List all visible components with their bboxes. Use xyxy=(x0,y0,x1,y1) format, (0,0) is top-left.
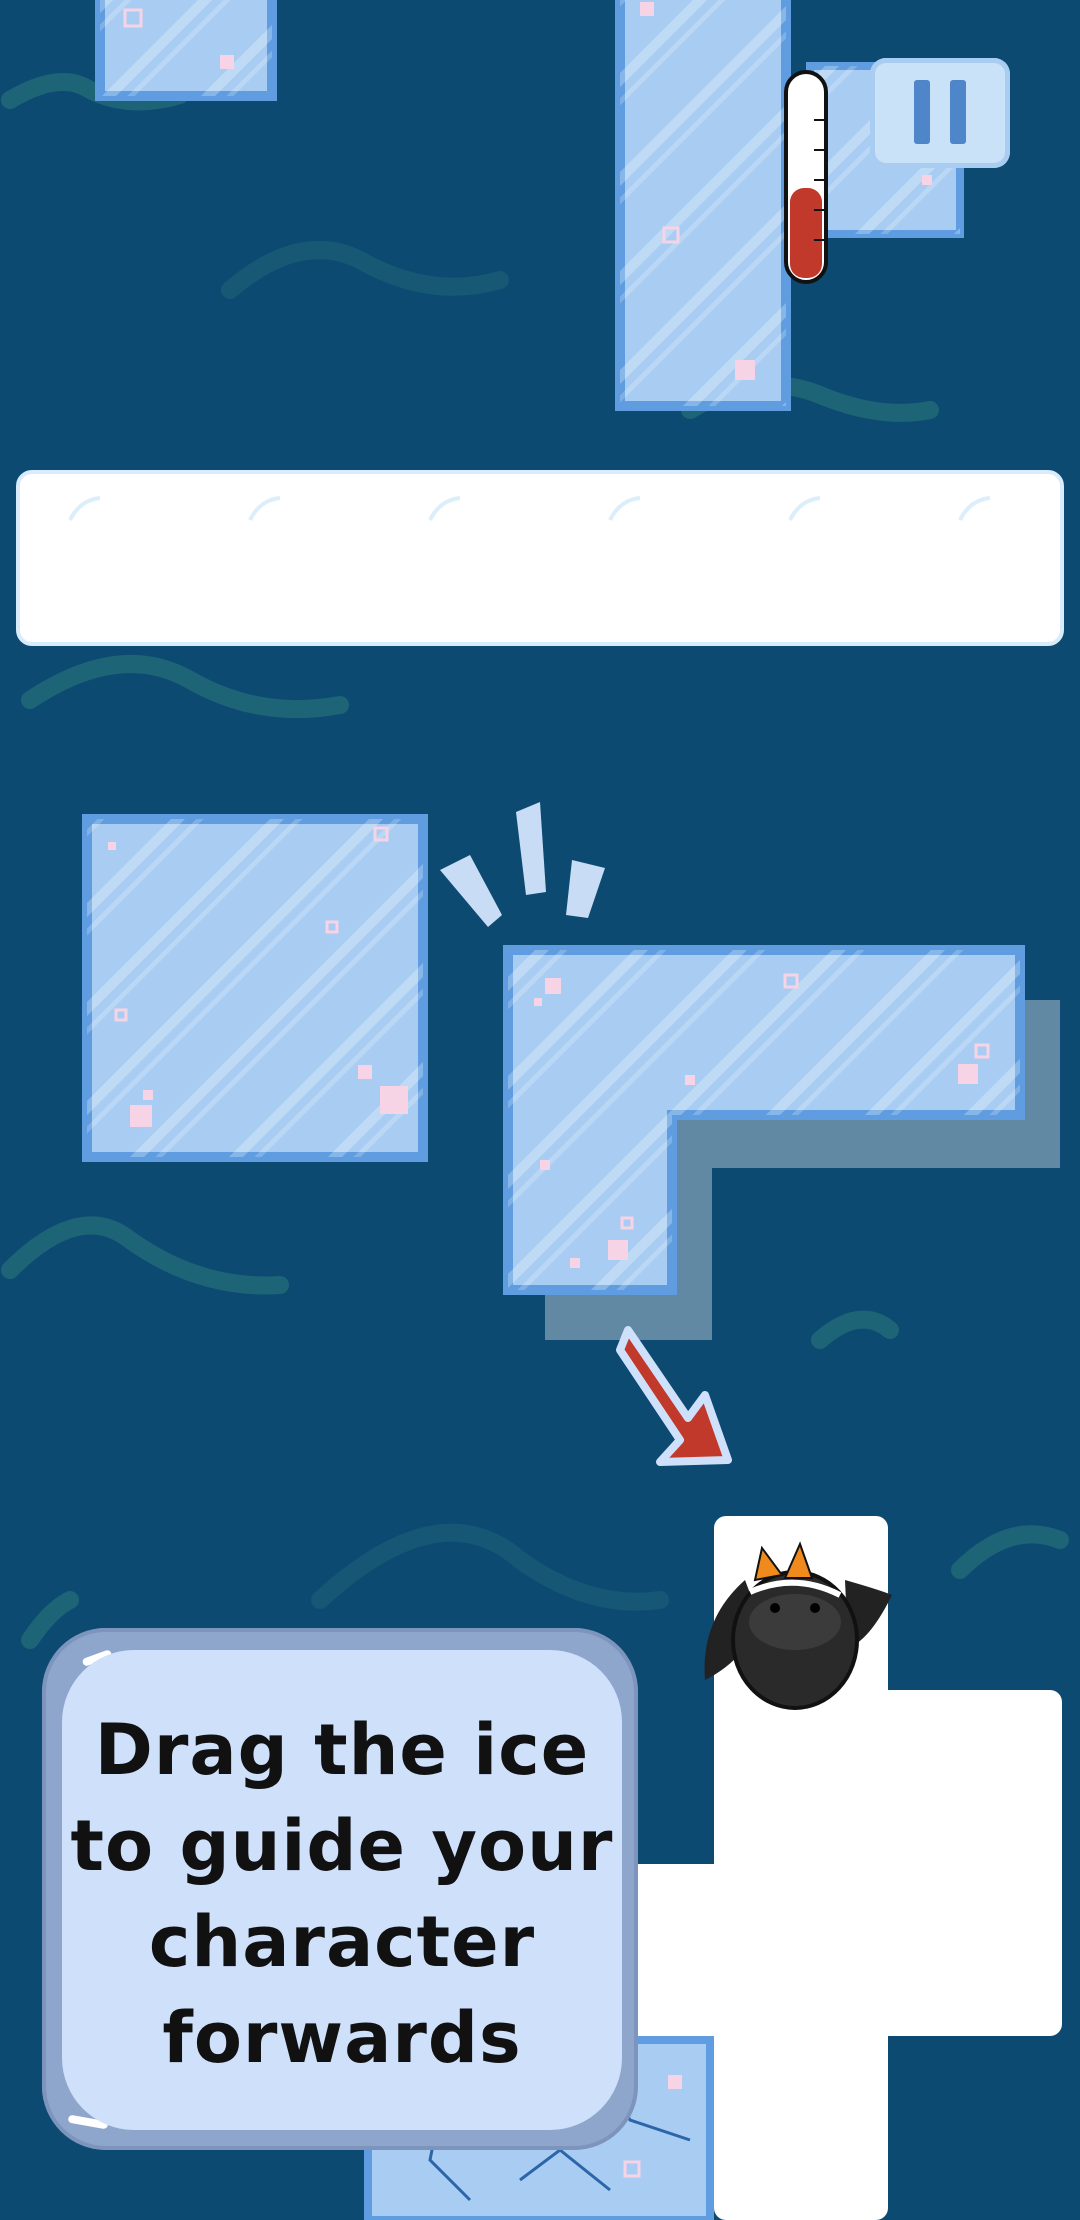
ice-l-block[interactable] xyxy=(503,945,1025,1295)
tutorial-line-4: forwards xyxy=(162,1997,522,2079)
pause-icon-bar-2 xyxy=(950,80,966,144)
ice-block-top-left[interactable] xyxy=(95,0,277,101)
pause-button[interactable] xyxy=(870,58,1010,168)
drag-hint-arrow-icon xyxy=(616,1326,732,1466)
tutorial-line-3: character xyxy=(148,1901,536,1983)
snow-strip xyxy=(16,470,1064,646)
pause-icon xyxy=(914,80,930,144)
impact-lines-icon xyxy=(440,802,605,927)
ice-column-top[interactable] xyxy=(615,0,791,411)
tutorial-line-2: to guide your xyxy=(70,1805,614,1887)
thermometer-icon xyxy=(784,70,828,284)
tutorial-text: Drag the ice to guide your character for… xyxy=(62,1702,622,2086)
tutorial-inner: Drag the ice to guide your character for… xyxy=(62,1650,622,2130)
ice-block-square[interactable] xyxy=(82,814,428,1162)
tutorial-line-1: Drag the ice xyxy=(94,1709,590,1791)
thermometer-level xyxy=(790,188,822,278)
tutorial-panel: Drag the ice to guide your character for… xyxy=(42,1628,638,2150)
